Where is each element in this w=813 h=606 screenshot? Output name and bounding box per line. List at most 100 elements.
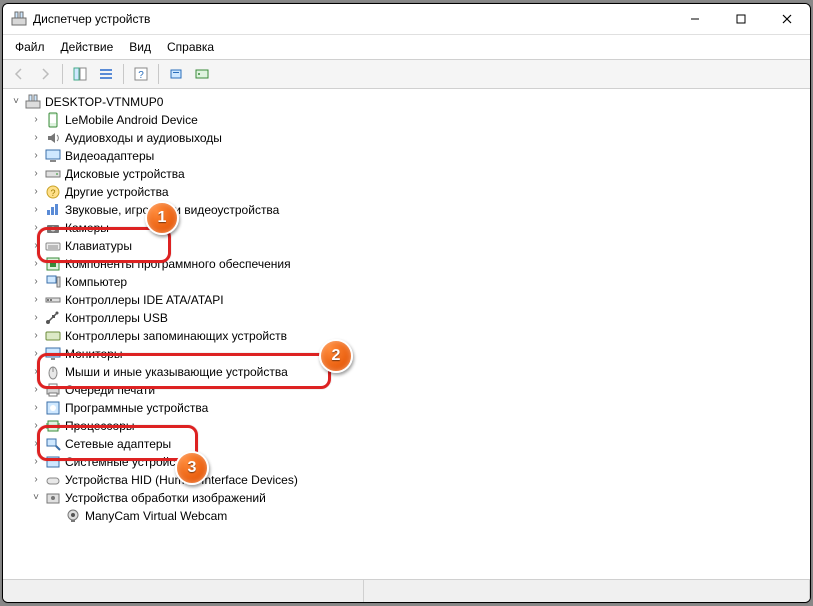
tree-category[interactable]: ›Контроллеры запоминающих устройств (29, 327, 808, 345)
tree-category[interactable]: ›Мониторы (29, 345, 808, 363)
tree-device[interactable]: ManyCam Virtual Webcam (49, 507, 808, 525)
category-icon (45, 238, 61, 254)
expand-icon[interactable]: › (29, 329, 43, 343)
toolbar-separator (123, 64, 124, 84)
computer-icon (25, 94, 41, 110)
expand-icon[interactable]: › (29, 257, 43, 271)
tree-category[interactable]: › Программные устройства (29, 399, 808, 417)
expand-icon[interactable]: › (29, 113, 43, 127)
tree-root[interactable]: ˅ DESKTOP-VTNMUP0 (9, 93, 808, 111)
category-icon (45, 256, 61, 272)
menu-view[interactable]: Вид (121, 39, 159, 55)
category-icon (45, 472, 61, 488)
category-label: Контроллеры IDE ATA/ATAPI (65, 291, 224, 309)
category-label: Программные устройства (65, 399, 208, 417)
toolbar-properties-button[interactable] (94, 62, 118, 86)
tree-category[interactable]: ›Другие устройства (29, 183, 808, 201)
category-label: Сетевые адаптеры (65, 435, 171, 453)
expand-icon[interactable]: › (29, 221, 43, 235)
tree-category[interactable]: › Процессоры (29, 417, 808, 435)
expand-icon[interactable]: ˅ (29, 491, 43, 505)
collapse-icon[interactable]: ˅ (9, 95, 23, 109)
toolbar-scan-button[interactable] (164, 62, 188, 86)
category-label: Системные устройства (65, 453, 194, 471)
category-icon (45, 436, 61, 452)
category-icon (45, 148, 61, 164)
expand-icon[interactable]: › (29, 167, 43, 181)
toolbar-back-button[interactable] (7, 62, 31, 86)
expand-icon[interactable]: › (29, 293, 43, 307)
device-tree[interactable]: ˅ DESKTOP-VTNMUP0 ›LeMobile Android Devi… (5, 93, 808, 525)
expand-icon[interactable]: › (29, 275, 43, 289)
category-icon (45, 130, 61, 146)
tree-category[interactable]: › Видеоадаптеры (29, 147, 808, 165)
tree-category[interactable]: › Контроллеры IDE ATA/ATAPI (29, 291, 808, 309)
expand-icon[interactable]: › (29, 473, 43, 487)
tree-category[interactable]: ›LeMobile Android Device (29, 111, 808, 129)
expand-icon[interactable]: › (29, 365, 43, 379)
tree-category[interactable]: ›Камеры (29, 219, 808, 237)
expand-icon[interactable]: › (29, 311, 43, 325)
toolbar-separator (158, 64, 159, 84)
expand-icon[interactable]: › (29, 239, 43, 253)
expand-icon[interactable]: › (29, 383, 43, 397)
menubar: Файл Действие Вид Справка (3, 35, 810, 60)
window-title: Диспетчер устройств (33, 12, 150, 26)
expand-icon[interactable]: › (29, 203, 43, 217)
tree-category[interactable]: › Системные устройства (29, 453, 808, 471)
menu-action[interactable]: Действие (53, 39, 122, 55)
tree-category[interactable]: ›Устройства HID (Human Interface Devices… (29, 471, 808, 489)
tree-category[interactable]: › Очереди печати (29, 381, 808, 399)
titlebar: Диспетчер устройств (3, 4, 810, 35)
close-button[interactable] (764, 4, 810, 34)
toolbar-show-hide-button[interactable] (68, 62, 92, 86)
category-icon (45, 220, 61, 236)
device-manager-window: Диспетчер устройств Файл Действие Вид Сп… (2, 3, 811, 603)
category-icon (45, 490, 61, 506)
category-label: Аудиовходы и аудиовыходы (65, 129, 222, 147)
expand-icon[interactable]: › (29, 131, 43, 145)
category-label: Процессоры (65, 417, 135, 435)
maximize-button[interactable] (718, 4, 764, 34)
tree-category[interactable]: ˅Устройства обработки изображений (29, 489, 808, 507)
category-icon (45, 400, 61, 416)
expand-icon[interactable]: › (29, 347, 43, 361)
tree-category[interactable]: ›Компьютер (29, 273, 808, 291)
category-icon (45, 364, 61, 380)
expand-icon[interactable]: › (29, 437, 43, 451)
category-label: Клавиатуры (65, 237, 132, 255)
category-icon (45, 112, 61, 128)
toolbar-help-button[interactable]: ? (129, 62, 153, 86)
tree-category[interactable]: ›Дисковые устройства (29, 165, 808, 183)
device-icon (65, 508, 81, 524)
expand-icon[interactable]: › (29, 401, 43, 415)
minimize-button[interactable] (672, 4, 718, 34)
menu-file[interactable]: Файл (7, 39, 53, 55)
menu-help[interactable]: Справка (159, 39, 222, 55)
toolbar-forward-button[interactable] (33, 62, 57, 86)
tree-category[interactable]: › Клавиатуры (29, 237, 808, 255)
toolbar-view-button[interactable] (190, 62, 214, 86)
tree-category[interactable]: ›Звуковые, игровые и видеоустройства (29, 201, 808, 219)
tree-category[interactable]: › Аудиовходы и аудиовыходы (29, 129, 808, 147)
device-tree-panel[interactable]: ˅ DESKTOP-VTNMUP0 ›LeMobile Android Devi… (3, 89, 810, 579)
expand-icon[interactable]: › (29, 455, 43, 469)
category-icon (45, 184, 61, 200)
tree-root-label: DESKTOP-VTNMUP0 (45, 93, 163, 111)
tree-category[interactable]: › Сетевые адаптеры (29, 435, 808, 453)
category-icon (45, 382, 61, 398)
tree-category[interactable]: ›Компоненты программного обеспечения (29, 255, 808, 273)
category-icon (45, 202, 61, 218)
category-icon (45, 454, 61, 470)
category-icon (45, 292, 61, 308)
category-label: Очереди печати (65, 381, 155, 399)
tree-category[interactable]: › Мыши и иные указывающие устройства (29, 363, 808, 381)
category-label: Мыши и иные указывающие устройства (65, 363, 288, 381)
category-label: Видеоадаптеры (65, 147, 154, 165)
device-label: ManyCam Virtual Webcam (85, 507, 227, 525)
expand-icon[interactable]: › (29, 419, 43, 433)
expand-icon[interactable]: › (29, 149, 43, 163)
category-icon (45, 274, 61, 290)
tree-category[interactable]: ›Контроллеры USB (29, 309, 808, 327)
expand-icon[interactable]: › (29, 185, 43, 199)
